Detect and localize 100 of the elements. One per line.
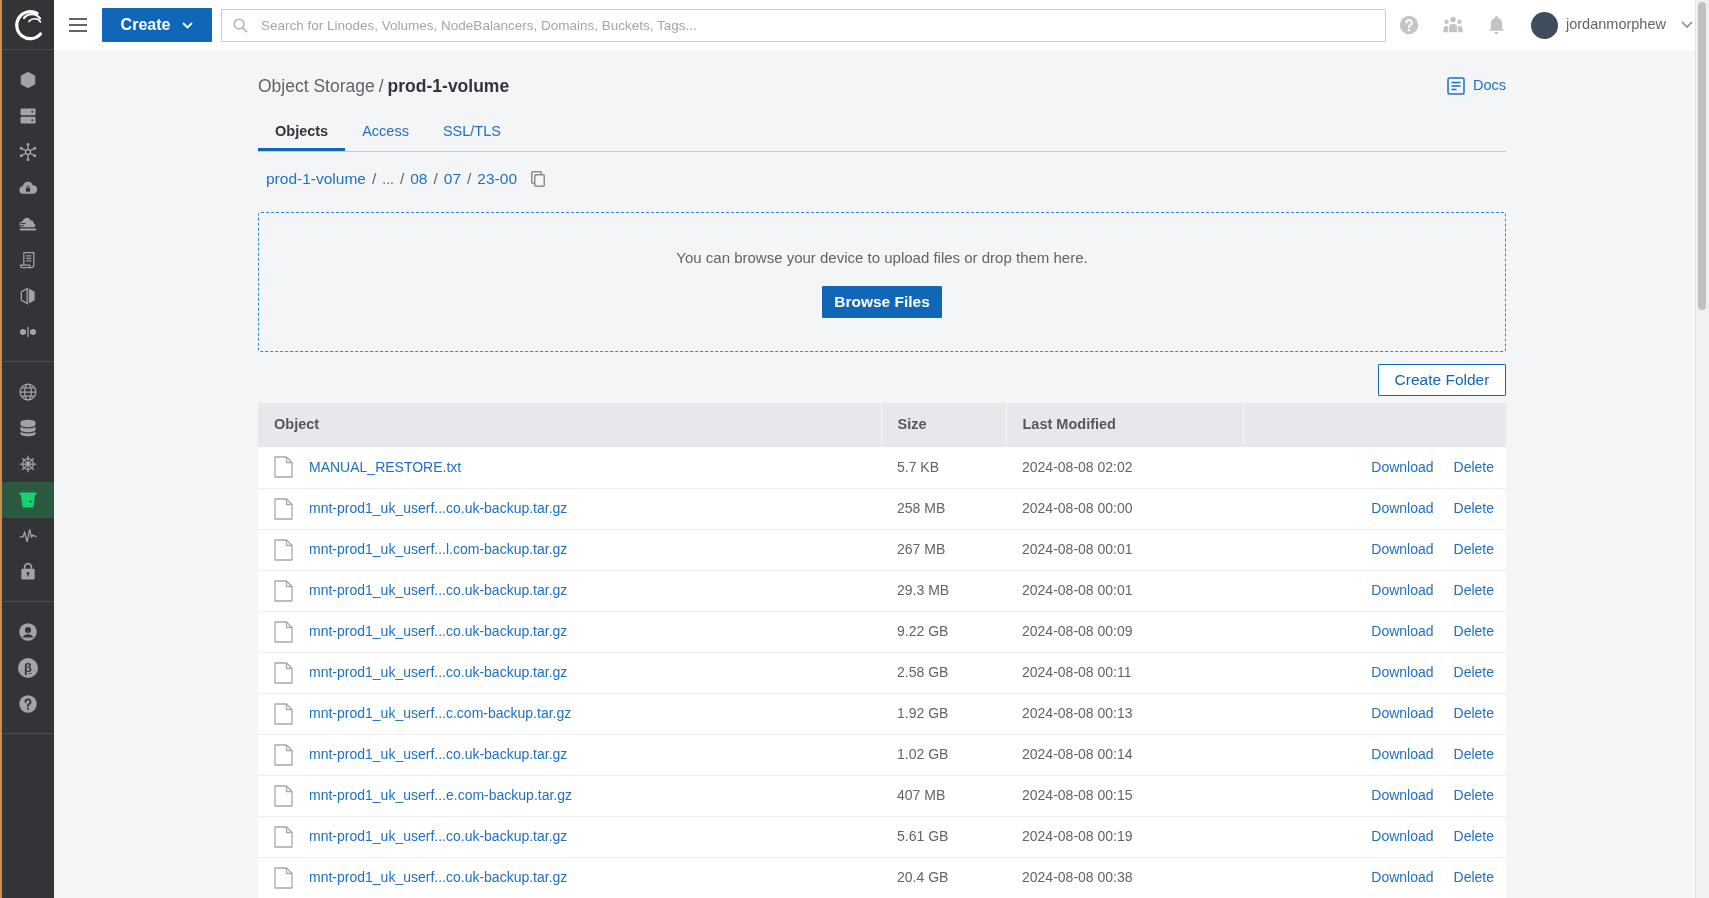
file-icon [274,702,293,725]
file-name-link[interactable]: mnt-prod1_uk_userf...co.uk-backup.tar.gz [309,662,568,683]
hexagon-icon [18,70,38,90]
download-link[interactable]: Download [1371,458,1434,475]
tab[interactable]: SSL/TLS [425,116,518,151]
delete-link[interactable]: Delete [1453,458,1494,475]
download-link[interactable]: Download [1371,787,1434,803]
docs-link[interactable]: Docs [1446,75,1506,97]
file-size: 267 MB [881,529,1006,570]
avatar[interactable] [1531,11,1558,39]
delete-link[interactable]: Delete [1453,623,1494,639]
search-icon [233,17,248,33]
breadcrumb-link[interactable]: Object Storage [258,75,375,97]
file-name-link[interactable]: MANUAL_RESTORE.txt [309,456,462,478]
path-separator: / [371,169,377,190]
breadcrumb-separator: / [378,75,384,97]
delete-link[interactable]: Delete [1453,828,1494,844]
path-link[interactable]: prod-1-volume [266,167,366,191]
file-size: 1.92 GB [881,693,1006,734]
username[interactable]: jordanmorphew [1566,14,1666,36]
download-link[interactable]: Download [1371,869,1434,885]
download-link[interactable]: Download [1371,828,1434,844]
download-link[interactable]: Download [1371,500,1434,516]
file-size: 1.02 GB [881,734,1006,775]
file-icon [274,579,293,602]
last-modified-date: 2024-08-08 00:01 [1006,529,1243,570]
download-link[interactable]: Download [1371,582,1434,598]
column-header[interactable]: Size [881,403,1006,447]
delete-link[interactable]: Delete [1453,869,1494,885]
network-icon [18,142,38,162]
column-header[interactable]: Last Modified [1006,403,1243,447]
last-modified-date: 2024-08-08 00:11 [1006,652,1243,693]
column-header[interactable]: Object [258,403,881,447]
upload-dropzone[interactable]: You can browse your device to upload files or drop them here. Browse Files [258,212,1506,352]
delete-link[interactable]: Delete [1453,541,1494,557]
file-icon [274,743,293,766]
download-link[interactable]: Download [1371,623,1434,639]
create-folder-button[interactable]: Create Folder [1378,364,1506,396]
file-name-link[interactable]: mnt-prod1_uk_userf...l.com-backup.tar.gz [309,539,568,560]
delete-link[interactable]: Delete [1453,746,1494,762]
menu-icon[interactable] [69,18,87,32]
upload-hint: You can browse your device to upload files or drop them here. [675,248,1089,268]
search-field[interactable]: Search for Linodes, Volumes, NodeBalancers, Domains, Buckets, Tags... [221,8,1386,42]
help-icon [18,694,38,714]
scrollbar-thumb[interactable] [1698,2,1706,310]
delete-link[interactable]: Delete [1453,664,1494,680]
logo-icon[interactable] [13,8,43,41]
file-name-link[interactable]: mnt-prod1_uk_userf...e.com-backup.tar.gz [309,785,573,806]
sidebar-link[interactable]: β [2,650,54,686]
file-icon [274,538,293,561]
last-modified-date: 2024-08-08 00:00 [1006,488,1243,529]
document-icon [1446,77,1465,95]
download-link[interactable]: Download [1371,541,1434,557]
padlock-icon [18,562,38,582]
file-icon [274,866,293,889]
file-name-link[interactable]: mnt-prod1_uk_userf...co.uk-backup.tar.gz [309,744,568,765]
file-icon [274,661,293,684]
path-link[interactable]: 23-00 [477,167,517,191]
copy-icon[interactable] [531,171,545,187]
file-name-link[interactable]: mnt-prod1_uk_userf...co.uk-backup.tar.gz [309,621,568,642]
browse-files-button[interactable]: Browse Files [822,286,942,318]
path-link[interactable]: 08 [410,167,428,191]
file-name-link[interactable]: mnt-prod1_uk_userf...co.uk-backup.tar.gz [309,580,568,601]
cube-icon [18,286,38,306]
page-title: prod-1-volume [387,75,510,97]
bucket-icon [18,490,38,510]
file-size: 20.4 GB [881,857,1006,898]
last-modified-date: 2024-08-08 00:01 [1006,570,1243,611]
chevron-icon[interactable] [1680,21,1693,29]
file-size: 29.3 MB [881,570,1006,611]
path-separator: / [399,169,405,190]
path-link[interactable]: 07 [443,167,462,191]
sidebar-link[interactable] [2,482,54,518]
tab[interactable]: Objects [258,116,346,151]
file-icon [274,620,293,643]
path-separator: / [433,169,438,190]
file-icon [274,825,293,848]
file-size: 5.7 KB [881,447,1006,488]
file-size: 258 MB [881,488,1006,529]
file-name-link[interactable]: mnt-prod1_uk_userf...c.com-backup.tar.gz [309,703,572,724]
last-modified-date: 2024-08-08 00:19 [1006,816,1243,857]
last-modified-date: 2024-08-08 00:38 [1006,857,1243,898]
file-icon [274,456,293,479]
file-name-link[interactable]: mnt-prod1_uk_userf...co.uk-backup.tar.gz [309,498,568,519]
path-ellipsis[interactable]: ... [382,168,394,190]
download-link[interactable]: Download [1371,746,1434,762]
delete-link[interactable]: Delete [1453,787,1494,803]
file-name-link[interactable]: mnt-prod1_uk_userf...co.uk-backup.tar.gz [309,826,568,847]
download-link[interactable]: Download [1371,664,1434,680]
file-size: 407 MB [881,775,1006,816]
delete-link[interactable]: Delete [1453,705,1494,721]
caret-icon [182,21,194,29]
last-modified-date: 2024-08-08 00:14 [1006,734,1243,775]
create-button[interactable]: Create [102,8,212,42]
delete-link[interactable]: Delete [1453,582,1494,598]
tab[interactable]: Access [345,116,426,151]
last-modified-date: 2024-08-08 00:15 [1006,775,1243,816]
file-name-link[interactable]: mnt-prod1_uk_userf...co.uk-backup.tar.gz [309,867,568,888]
delete-link[interactable]: Delete [1453,500,1494,516]
download-link[interactable]: Download [1371,705,1434,721]
